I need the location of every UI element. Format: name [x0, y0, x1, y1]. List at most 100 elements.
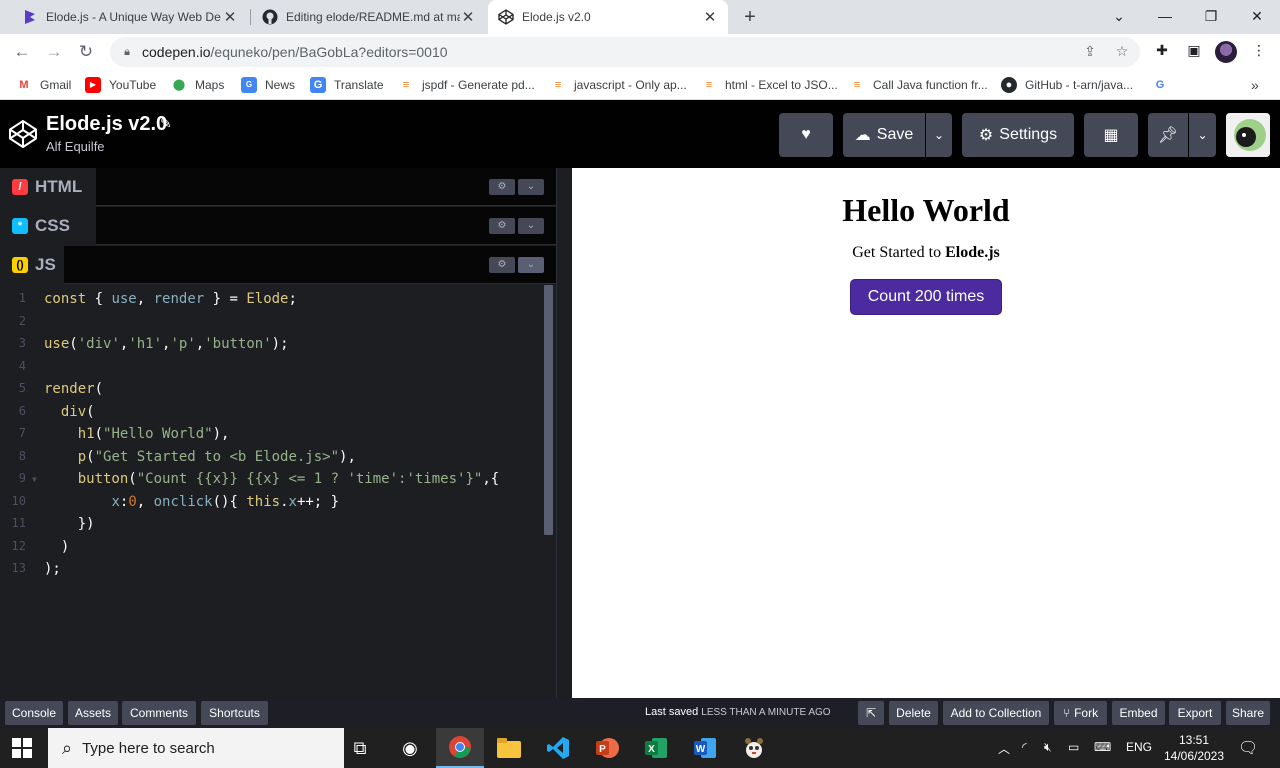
codepen-logo-icon[interactable] — [8, 119, 38, 149]
resize-gutter[interactable] — [556, 168, 572, 698]
system-clock[interactable]: 13:51 14/06/2023 — [1162, 732, 1226, 764]
vscode-icon[interactable] — [534, 728, 582, 768]
change-view-button[interactable]: ▦ — [1084, 113, 1138, 157]
fork-button[interactable]: ⑂ Fork — [1054, 701, 1107, 725]
url-text[interactable]: codepen.io/equneko/pen/BaGobLa?editors=0… — [142, 44, 448, 60]
tab-elode-site[interactable]: Elode.js - A Unique Way Web De ✕ — [12, 0, 248, 34]
tab-github-readme[interactable]: Editing elode/README.md at ma ✕ — [252, 0, 486, 34]
pin-options-button[interactable]: ⌄ — [1189, 113, 1216, 157]
notifications-icon[interactable]: 🗨︎ — [1238, 738, 1258, 758]
save-options-button[interactable]: ⌄ — [926, 113, 952, 157]
bookmark-youtube[interactable]: ▶ YouTube — [85, 76, 156, 94]
code-line[interactable]: x:0, onclick(){ this.x++; } — [44, 494, 339, 510]
gimp-icon[interactable] — [730, 728, 778, 768]
bookmark-javascript[interactable]: ≡ javascript - Only ap... — [550, 76, 687, 94]
pen-title[interactable]: Elode.js v2.0 — [46, 113, 167, 136]
tab-codepen-active[interactable]: Elode.js v2.0 ✕ — [488, 0, 728, 34]
speaker-muted-icon[interactable]: 🔇︎ — [1044, 740, 1052, 755]
user-avatar[interactable] — [1226, 113, 1270, 157]
bookmark-gmail[interactable]: M Gmail — [16, 76, 71, 94]
settings-button[interactable]: ⚙ Settings — [962, 113, 1074, 157]
code-line[interactable]: ); — [44, 561, 61, 577]
gear-icon[interactable]: ⚙ — [489, 257, 515, 273]
more-bookmarks-chevron-icon[interactable]: » — [1251, 76, 1259, 94]
excel-icon[interactable]: X — [632, 728, 680, 768]
wifi-icon[interactable]: ◜ — [1022, 740, 1027, 754]
window-close-button[interactable]: ✕ — [1234, 0, 1280, 34]
open-new-window-button[interactable]: ⇱ — [858, 701, 884, 725]
share-icon[interactable]: ⇪ — [1080, 43, 1100, 61]
bookmark-jspdf[interactable]: ≡ jspdf - Generate pd... — [398, 76, 535, 94]
close-icon[interactable]: ✕ — [460, 8, 476, 26]
forward-arrow-icon[interactable]: → — [42, 40, 66, 64]
chrome-icon[interactable] — [436, 728, 484, 768]
bookmark-github[interactable]: ● GitHub - t-arn/java... — [1001, 76, 1133, 94]
assets-button[interactable]: Assets — [68, 701, 118, 725]
address-bar[interactable]: 🔒︎ codepen.io/equneko/pen/BaGobLa?editor… — [110, 37, 1140, 67]
bookmark-translate[interactable]: G Translate — [310, 76, 384, 94]
shortcuts-button[interactable]: Shortcuts — [201, 701, 268, 725]
bookmark-star-icon[interactable]: ☆ — [1112, 43, 1132, 61]
tab-js[interactable]: () JS — [0, 246, 64, 284]
back-arrow-icon[interactable]: ← — [10, 40, 34, 64]
code-line[interactable]: h1("Hello World"), — [44, 426, 230, 442]
minimize-button[interactable]: — — [1142, 0, 1188, 34]
bookmark-maps[interactable]: ⬤ Maps — [171, 76, 224, 94]
side-panel-icon[interactable]: ▣ — [1183, 42, 1205, 62]
export-button[interactable]: Export — [1169, 701, 1221, 725]
input-language[interactable]: ENG — [1126, 740, 1152, 754]
pin-button[interactable]: 📌︎ — [1148, 113, 1188, 157]
code-line[interactable]: p("Get Started to <b Elode.js>"), — [44, 449, 356, 465]
bookmark-google[interactable]: G — [1152, 76, 1176, 94]
code-line[interactable]: use('div','h1','p','button'); — [44, 336, 289, 352]
bookmark-news[interactable]: G News — [241, 76, 295, 94]
editor-scrollbar[interactable] — [544, 285, 553, 535]
record-icon[interactable]: ◉ — [386, 728, 434, 768]
restore-button[interactable]: ❐ — [1188, 0, 1234, 34]
chevron-down-icon[interactable]: ⌄ — [518, 257, 544, 273]
comments-button[interactable]: Comments — [122, 701, 196, 725]
tab-html[interactable]: / HTML — [0, 168, 96, 206]
word-icon[interactable]: W — [681, 728, 729, 768]
file-explorer-icon[interactable] — [485, 728, 533, 768]
gear-icon[interactable]: ⚙ — [489, 218, 515, 234]
profile-avatar[interactable] — [1215, 41, 1237, 63]
battery-icon[interactable]: ▭ — [1068, 740, 1079, 754]
reload-icon[interactable]: ↻ — [74, 40, 98, 64]
close-icon[interactable]: ✕ — [702, 8, 718, 26]
code-line[interactable]: ) — [44, 539, 69, 555]
lock-icon[interactable]: 🔒︎ — [120, 46, 134, 59]
code-line[interactable]: render( — [44, 381, 103, 397]
add-to-collection-button[interactable]: Add to Collection — [943, 701, 1049, 725]
code-line[interactable]: const { use, render } = Elode; — [44, 291, 297, 307]
code-line[interactable]: div( — [44, 404, 95, 420]
bookmark-call-java[interactable]: ≡ Call Java function fr... — [849, 76, 988, 94]
tab-search-chevron-icon[interactable]: ⌄ — [1096, 0, 1142, 34]
close-icon[interactable]: ✕ — [222, 8, 238, 26]
heart-button[interactable]: ♥ — [779, 113, 833, 157]
pencil-edit-icon[interactable]: ✎ — [160, 115, 172, 132]
pen-author[interactable]: Alf Equilfe — [46, 139, 105, 154]
menu-kebab-icon[interactable]: ⋮ — [1248, 42, 1270, 62]
delete-button[interactable]: Delete — [889, 701, 938, 725]
code-line[interactable]: button("Count {{x}} {{x} <= 1 ? 'time':'… — [44, 471, 499, 487]
extensions-puzzle-icon[interactable]: ✚ — [1151, 42, 1173, 62]
tab-css[interactable]: * CSS — [0, 207, 96, 245]
gear-icon[interactable]: ⚙ — [489, 179, 515, 195]
console-button[interactable]: Console — [5, 701, 63, 725]
embed-button[interactable]: Embed — [1112, 701, 1165, 725]
share-button[interactable]: Share — [1226, 701, 1270, 725]
code-line[interactable]: }) — [44, 516, 95, 532]
keyboard-icon[interactable]: ⌨ — [1094, 740, 1111, 754]
powerpoint-icon[interactable]: P — [583, 728, 631, 768]
taskbar-search-box[interactable]: ⌕ Type here to search — [48, 728, 344, 768]
windows-start-icon[interactable] — [12, 738, 32, 758]
save-button[interactable]: ☁ Save — [843, 113, 925, 157]
show-hidden-icons-chevron-icon[interactable]: ︿ — [998, 740, 1010, 757]
fold-arrow-icon[interactable]: ▼ — [32, 475, 37, 484]
bookmark-html-excel[interactable]: ≡ html - Excel to JSO... — [701, 76, 838, 94]
js-code-editor[interactable]: 1 const { use, render } = Elode; 2 3 use… — [0, 285, 543, 698]
task-view-icon[interactable]: ⧉ — [336, 728, 384, 768]
chevron-down-icon[interactable]: ⌄ — [518, 218, 544, 234]
chevron-down-icon[interactable]: ⌄ — [518, 179, 544, 195]
